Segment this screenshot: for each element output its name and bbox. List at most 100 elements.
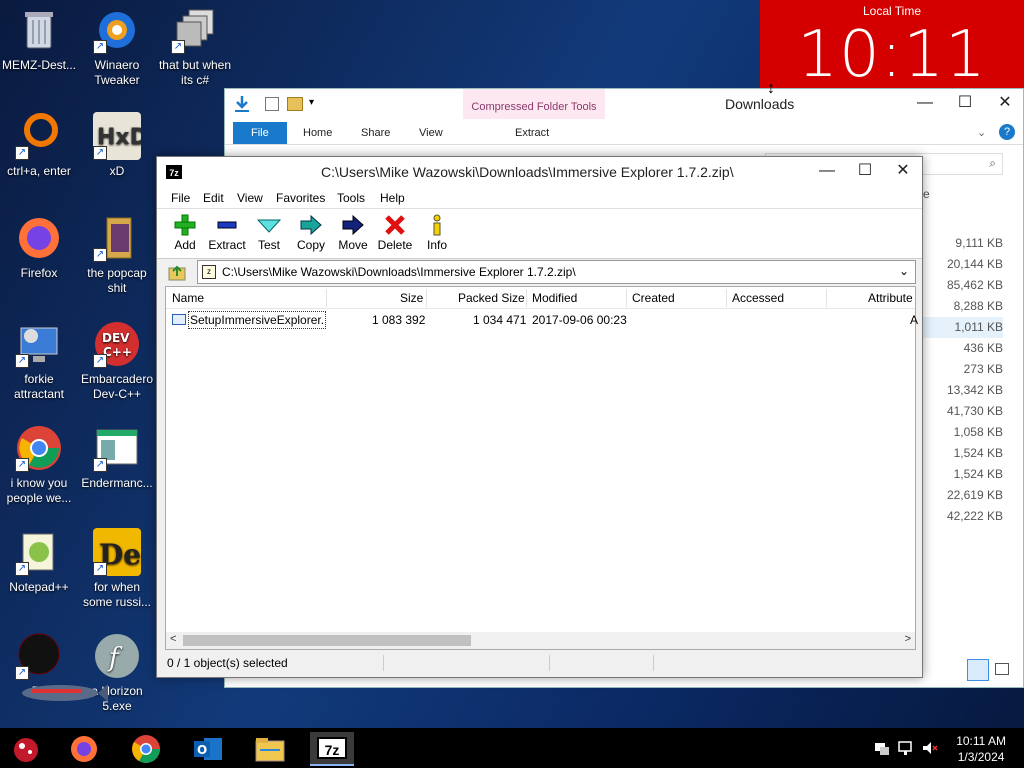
row-attributes: A (910, 313, 919, 327)
taskbar-file-explorer[interactable] (248, 732, 292, 766)
desktop-icon-label: that but when its c# (158, 58, 232, 87)
add-button[interactable]: Add (163, 212, 207, 252)
taskbar-outlook[interactable]: O (186, 732, 230, 766)
maximize-button[interactable]: ☐ (845, 157, 885, 187)
shortcut-arrow-icon: ↗ (93, 248, 107, 262)
help-icon[interactable]: ? (999, 124, 1015, 140)
extract-icon (205, 212, 249, 238)
desktop-icon-xd[interactable]: HxD ↗ xD (78, 112, 156, 179)
address-dropdown-icon[interactable]: ⌄ (899, 264, 909, 278)
details-view-icon[interactable] (967, 659, 989, 681)
column-attributes[interactable]: Attribute (868, 291, 913, 305)
test-button[interactable]: Test (247, 212, 291, 252)
desktop-icon-label: Firefox (20, 266, 58, 280)
taskbar-date: 1/3/2024 (957, 750, 1005, 764)
column-created[interactable]: Created (632, 291, 675, 305)
test-label: Test (257, 238, 280, 252)
menu-help[interactable]: Help (380, 191, 405, 205)
move-button[interactable]: Move (331, 212, 375, 252)
chrome-icon: ↗ (15, 424, 63, 472)
info-button[interactable]: Info (415, 212, 459, 252)
info-label: Info (426, 238, 447, 252)
tab-share[interactable]: Share (361, 122, 390, 144)
menu-edit[interactable]: Edit (203, 191, 224, 205)
properties-icon[interactable] (265, 97, 279, 111)
extract-label: Extract (208, 238, 246, 252)
explorer-titlebar[interactable]: ▾ Compressed Folder Tools Downloads — ☐ … (225, 89, 1023, 119)
close-button[interactable]: ✕ (985, 89, 1024, 119)
desktop-icon-that-but-when[interactable]: ↗ that but when its c# (156, 6, 234, 88)
column-header-size-partial: e (923, 187, 930, 201)
minimize-button[interactable]: — (807, 157, 847, 187)
column-size[interactable]: Size (400, 291, 423, 305)
desktop-icon-chrome[interactable]: ↗ i know you people we... (0, 424, 78, 506)
add-icon (163, 212, 207, 238)
desktop-icon-memz[interactable]: MEMZ-Dest... (0, 6, 78, 73)
file-size: 8,288 KB (953, 299, 1003, 313)
scroll-left-icon[interactable]: < (170, 633, 176, 645)
compressed-folder-tools-tab[interactable]: Compressed Folder Tools (463, 89, 605, 119)
minimize-button[interactable]: — (905, 89, 945, 119)
sevenzip-titlebar[interactable]: 7z C:\Users\Mike Wazowski\Downloads\Imme… (157, 157, 922, 187)
toolbar: Add Extract Test Copy Move Delete Info (157, 209, 922, 259)
desktop-icon-russian[interactable]: De ↗ for when some russi... (78, 528, 156, 610)
horizontal-scrollbar[interactable]: < > (166, 632, 915, 649)
desktop-icon-label: MEMZ-Dest... (2, 58, 76, 72)
shortcut-arrow-icon: ↗ (15, 458, 29, 472)
desktop-icon-forkie[interactable]: ↗ forkie attractant (0, 320, 78, 402)
folder-icon: ↗ (93, 214, 141, 262)
scrollbar-thumb[interactable] (183, 635, 471, 646)
copy-button[interactable]: Copy (289, 212, 333, 252)
desktop-icon-winaero[interactable]: ↗ Winaero Tweaker (78, 6, 156, 88)
close-button[interactable]: ✕ (883, 157, 923, 187)
start-button[interactable] (4, 732, 48, 766)
delete-button[interactable]: Delete (373, 212, 417, 252)
new-folder-icon[interactable] (287, 97, 303, 111)
tray-device-icon[interactable] (898, 740, 914, 756)
file-size: 1,524 KB (953, 467, 1003, 481)
large-icons-view-icon[interactable] (995, 663, 1009, 675)
chrome-icon (132, 735, 160, 763)
scroll-right-icon[interactable]: > (905, 633, 911, 645)
tab-home[interactable]: Home (303, 122, 332, 144)
taskbar-time: 10:11 AM (956, 734, 1006, 748)
desktop-icon-popcap[interactable]: ↗ the popcap shit (78, 214, 156, 296)
column-modified[interactable]: Modified (532, 291, 577, 305)
column-accessed[interactable]: Accessed (732, 291, 784, 305)
maximize-button[interactable]: ☐ (945, 89, 985, 119)
column-packed-size[interactable]: Packed Size (458, 291, 525, 305)
tab-extract[interactable]: Extract (515, 122, 549, 144)
extract-button[interactable]: Extract (205, 212, 249, 252)
tray-network-icon[interactable] (874, 740, 890, 756)
menu-favorites[interactable]: Favorites (276, 191, 325, 205)
taskbar-clock[interactable]: 10:11 AM 1/3/2024 (956, 733, 1006, 765)
menu-view[interactable]: View (237, 191, 263, 205)
column-name[interactable]: Name (172, 291, 204, 305)
desktop-icon-firefox[interactable]: Firefox (0, 214, 78, 281)
taskbar-sevenzip[interactable]: 7z (310, 732, 354, 766)
desktop-icon-notepadpp[interactable]: ↗ Notepad++ (0, 528, 78, 595)
taskbar-firefox[interactable] (62, 732, 106, 766)
desktop-icon-ctrl-a[interactable]: ↗ ctrl+a, enter (0, 112, 78, 179)
ribbon-expand-icon[interactable]: ⌄ (977, 122, 986, 144)
volume-muted-icon[interactable] (922, 740, 938, 756)
tab-view[interactable]: View (419, 122, 443, 144)
desktop-icon-devcpp[interactable]: DEV C++ ↗ Embarcadero Dev-C++ (78, 320, 156, 402)
address-input[interactable]: z C:\Users\Mike Wazowski\Downloads\Immer… (197, 260, 916, 284)
desktop-icon-label: xD (109, 164, 125, 178)
svg-text:O: O (197, 743, 207, 757)
svg-text:C++: C++ (103, 345, 132, 359)
desktop-icon-endermanch[interactable]: ↗ Endermanc... (78, 424, 156, 491)
quick-access-dropdown-icon[interactable]: ▾ (309, 97, 314, 108)
move-label: Move (338, 238, 368, 252)
taskbar-chrome[interactable] (124, 732, 168, 766)
tab-file[interactable]: File (233, 122, 287, 144)
menu-tools[interactable]: Tools (337, 191, 365, 205)
menu-bar: File Edit View Favorites Tools Help (157, 187, 922, 209)
table-row[interactable]: SetupImmersiveExplorer... 1 083 392 1 03… (166, 310, 919, 330)
folder-icon (255, 738, 285, 762)
shortcut-arrow-icon: ↗ (93, 146, 107, 160)
menu-file[interactable]: File (171, 191, 190, 205)
folder-up-icon[interactable] (168, 263, 186, 281)
resize-cursor-icon: ↕ (767, 80, 775, 97)
